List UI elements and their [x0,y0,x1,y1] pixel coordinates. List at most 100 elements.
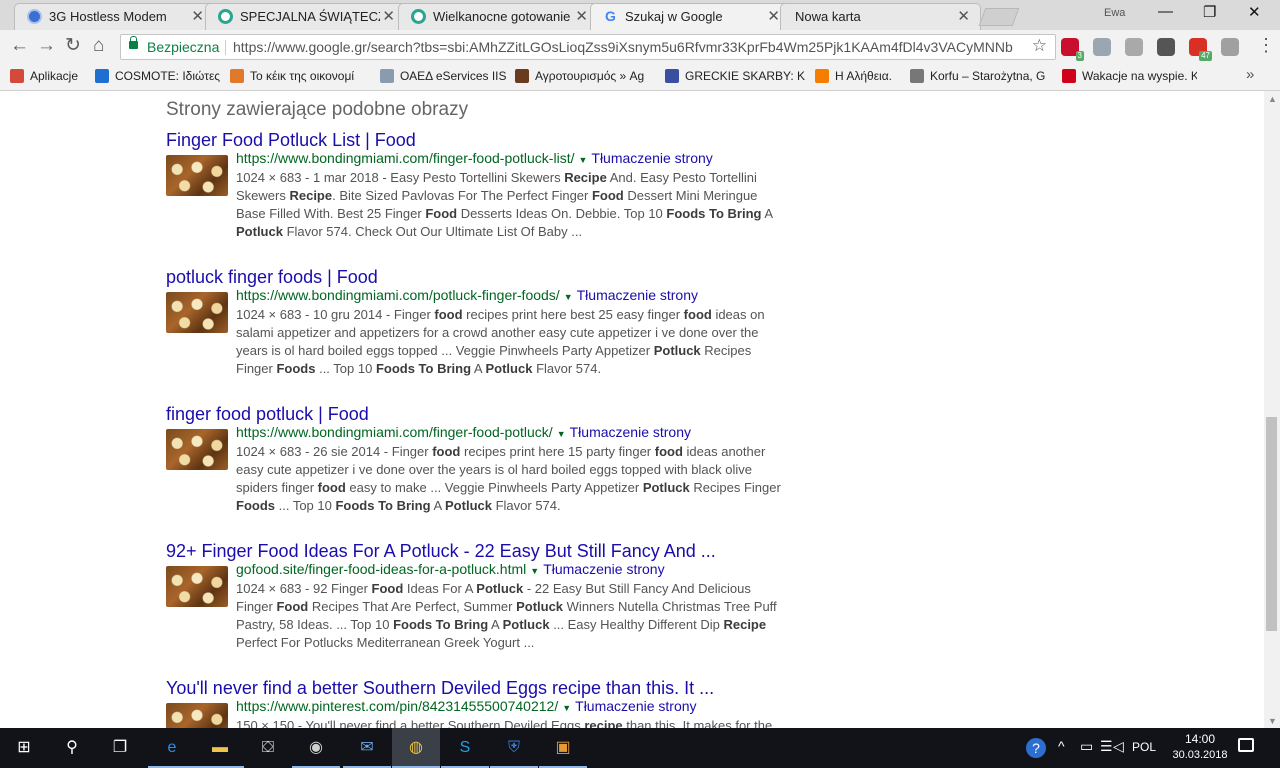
bookmark-star-icon[interactable]: ☆ [1032,36,1047,56]
bookmark-item[interactable]: Wakacje na wyspie. K [1062,69,1197,83]
result-title-link[interactable]: 92+ Finger Food Ideas For A Potluck - 22… [166,540,786,562]
battery-icon[interactable]: ▭ [1080,738,1093,755]
bookmark-item[interactable]: Το κέικ της οικονομί [230,69,354,83]
result-title-link[interactable]: Finger Food Potluck List | Food [166,129,786,151]
search-icon: ⚲ [66,739,78,756]
more-bookmarks-icon[interactable]: » [1246,66,1254,83]
scroll-thumb[interactable] [1266,417,1277,631]
bookmark-item[interactable]: Αγροτουρισμός » Ag [515,69,644,83]
dropdown-arrow-icon[interactable]: ▼ [578,155,587,165]
url-text[interactable]: https://www.google.gr/search?tbs=sbi:AMh… [233,39,1013,55]
taskbar-item[interactable]: ◍ [392,728,440,768]
result-title-link[interactable]: You'll never find a better Southern Devi… [166,677,786,699]
address-bar[interactable]: Bezpieczna https://www.google.gr/search?… [120,34,1056,60]
bookmark-item[interactable]: Η Αλήθεια. [815,69,892,83]
tab-close-icon[interactable]: ✕ [382,7,395,25]
result-url[interactable]: https://www.bondingmiami.com/finger-food… [236,150,574,166]
dropdown-arrow-icon[interactable]: ▼ [562,703,571,713]
close-window-button[interactable]: ✕ [1248,3,1261,21]
clock-time[interactable]: 14:00 [1180,732,1220,746]
adblock-icon[interactable]: 3 [1061,38,1084,61]
forward-button[interactable]: → [37,36,56,56]
tab-close-icon[interactable]: ✕ [575,7,588,25]
result-url[interactable]: https://www.bondingmiami.com/potluck-fin… [236,287,560,303]
wordpress-icon[interactable] [1125,38,1143,56]
taskbar-item[interactable]: ▬ [196,728,244,768]
bookmark-item[interactable]: ΟΑΕΔ eServices IIS [380,69,506,83]
tab-specjalna-swiateczna[interactable]: SPECJALNA ŚWIĄTECZNA ✕ [205,3,406,30]
qr-icon[interactable] [1157,38,1175,56]
secure-label[interactable]: Bezpieczna [147,39,219,55]
tab-close-icon[interactable]: ✕ [957,7,970,25]
tab-wielkanocne-gotowanie[interactable]: Wielkanocne gotowanie ✕ [398,3,599,30]
translate-link[interactable]: Tłumaczenie strony [591,150,712,166]
taskbar-item[interactable]: ⛋ [244,728,292,768]
translate-link[interactable]: Tłumaczenie strony [577,287,698,303]
scroll-up-icon[interactable]: ▲ [1268,94,1277,104]
taskbar-item[interactable]: ◉ [292,728,340,768]
result-thumbnail[interactable] [166,155,228,196]
result-url[interactable]: https://www.pinterest.com/pin/8423145550… [236,698,558,714]
tab-nowa-karta[interactable]: Nowa karta ✕ [780,3,981,30]
show-hidden-icons-chevron[interactable]: ^ [1058,738,1065,754]
reload-button[interactable]: ↻ [65,36,81,56]
result-url[interactable]: https://www.bondingmiami.com/finger-food… [236,424,553,440]
taskbar-item[interactable]: ⚲ [48,728,96,768]
bookmark-item[interactable]: Aplikacje [10,69,78,83]
result-thumbnail[interactable] [166,429,228,470]
cloud-icon[interactable] [1221,38,1239,56]
task-view-icon: ❐ [112,739,128,756]
skype-icon[interactable] [1093,38,1111,56]
notifications-icon[interactable] [1238,738,1254,752]
extension-badge: 47 [1199,51,1212,61]
volume-icon[interactable]: ◁ [1113,738,1124,755]
translate-link[interactable]: Tłumaczenie strony [570,424,691,440]
tab-title: Wielkanocne gotowanie [433,9,571,24]
chrome-icon: ◍ [409,739,423,756]
taskbar-item[interactable]: ✉ [343,728,391,768]
tab-close-icon[interactable]: ✕ [767,7,780,25]
input-language[interactable]: POL [1132,740,1156,754]
back-button[interactable]: ← [10,36,29,56]
home-button[interactable]: ⌂ [93,36,104,56]
clock-date[interactable]: 30.03.2018 [1170,749,1230,761]
start-button[interactable]: ⊞ [0,728,48,768]
translate-link[interactable]: Tłumaczenie strony [543,561,664,577]
result-thumbnail[interactable] [166,566,228,607]
minimize-button[interactable]: — [1158,3,1173,20]
bookmark-favicon-icon [230,69,244,83]
tab-3g-hostless-modem[interactable]: 3G Hostless Modem ✕ [14,3,215,30]
taskbar-item[interactable]: ⛨ [490,728,538,768]
result-url[interactable]: gofood.site/finger-food-ideas-for-a-potl… [236,561,526,577]
result-title-link[interactable]: potluck finger foods | Food [166,266,786,288]
bookmark-item[interactable]: COSMOTE: Ιδιώτες [95,69,220,83]
translate-link[interactable]: Tłumaczenie strony [575,698,696,714]
profile-name[interactable]: Ewa [1104,7,1125,19]
tab-close-icon[interactable]: ✕ [191,7,204,25]
result-thumbnail[interactable] [166,292,228,333]
bookmark-favicon-icon [95,69,109,83]
taskbar-item[interactable]: ▣ [539,728,587,768]
network-icon[interactable]: ☰ [1100,738,1113,755]
browser-menu-icon[interactable]: ⋮ [1257,35,1275,55]
divider [225,40,226,55]
dropdown-arrow-icon[interactable]: ▼ [564,292,573,302]
bookmark-item[interactable]: Korfu – Starożytna, G [910,69,1045,83]
taskbar-item[interactable]: S [441,728,489,768]
bookmark-item[interactable]: GRECKIE SKARBY: Kor [665,69,805,83]
dropdown-arrow-icon[interactable]: ▼ [557,429,566,439]
search-result: 92+ Finger Food Ideas For A Potluck - 22… [166,540,786,650]
bookmark-favicon-icon [910,69,924,83]
help-icon[interactable]: ? [1026,738,1046,758]
dropdown-arrow-icon[interactable]: ▼ [530,566,539,576]
ext-red-icon[interactable]: 47 [1189,38,1212,61]
page-scrollbar[interactable]: ▲ ▼ [1264,91,1280,728]
result-thumbnail[interactable] [166,703,228,728]
result-title-link[interactable]: finger food potluck | Food [166,403,786,425]
new-tab-button[interactable] [978,8,1020,26]
maximize-button[interactable]: ❐ [1203,3,1216,21]
taskbar-item[interactable]: ❐ [96,728,144,768]
taskbar-item[interactable]: e [148,728,196,768]
scroll-down-icon[interactable]: ▼ [1268,716,1277,726]
tab-szukaj-w-google[interactable]: G Szukaj w Google ✕ [590,3,791,30]
